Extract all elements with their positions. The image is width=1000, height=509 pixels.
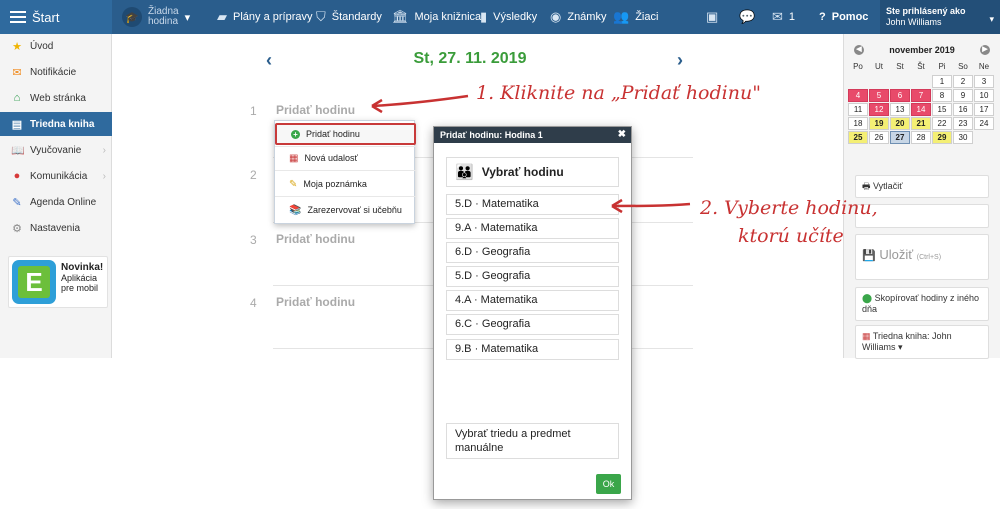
annotation-step-2-line-1: 2. Vyberte hodinu, — [700, 197, 878, 219]
arrow-to-lesson-option — [611, 202, 691, 208]
arrow-to-add-lesson — [371, 94, 469, 108]
screen: Štart 🎓 Žiadna hodina ▾ ▰ Plány a príprav… — [0, 0, 1000, 509]
annotation-step-1: 1. Kliknite na „Pridať hodinu" — [476, 82, 761, 104]
annotation-arrows — [371, 94, 691, 214]
annotation-step-2-line-2: ktorú učíte — [738, 225, 844, 247]
